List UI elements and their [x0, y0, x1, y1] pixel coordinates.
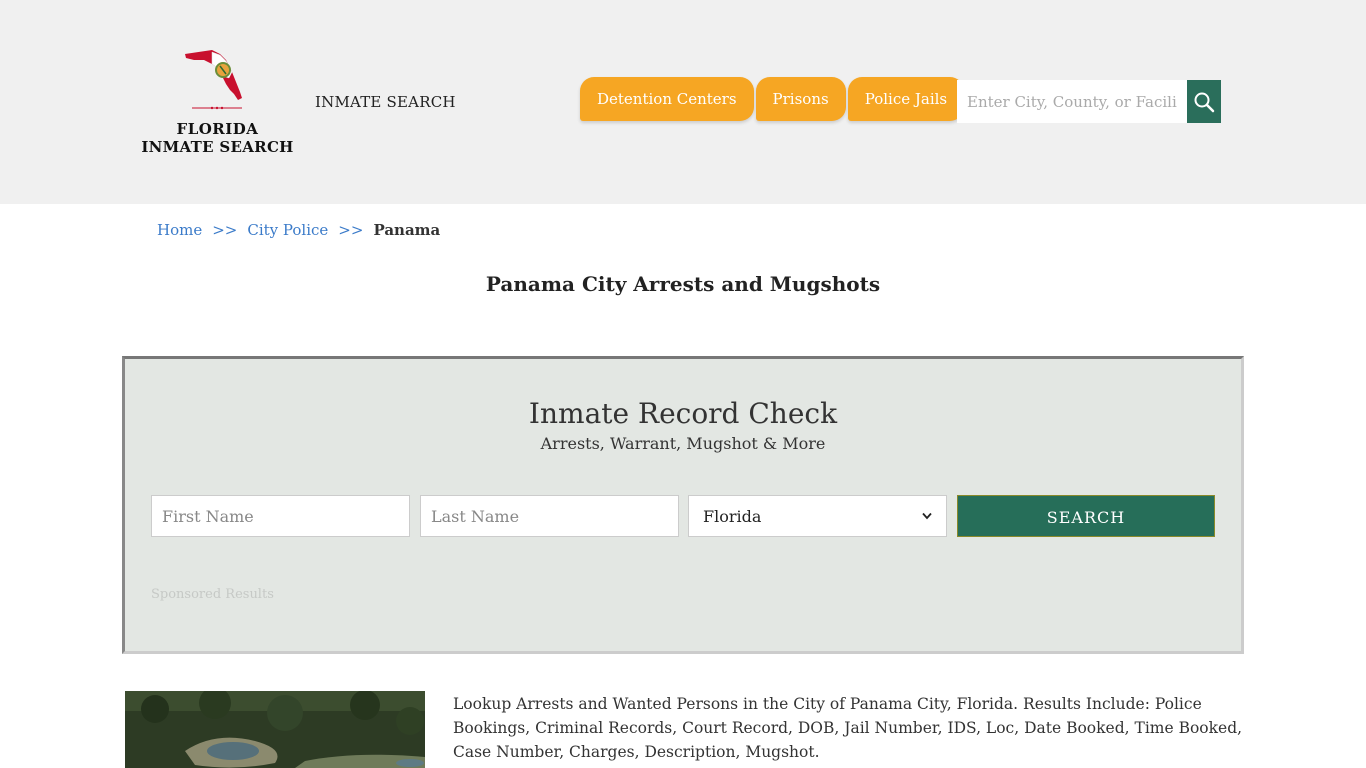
nav-detention-centers[interactable]: Detention Centers: [580, 77, 754, 121]
search-button[interactable]: SEARCH: [957, 495, 1215, 537]
breadcrumb-current: Panama: [373, 221, 441, 239]
nav-police-jails[interactable]: Police Jails: [847, 77, 965, 121]
breadcrumb-separator: >>: [338, 221, 364, 239]
search-icon: [1194, 92, 1215, 112]
first-name-input[interactable]: [151, 495, 410, 537]
site-header: FLORIDA INMATE SEARCH INMATE SEARCH Dete…: [0, 0, 1366, 204]
inmate-search-link[interactable]: INMATE SEARCH: [315, 93, 456, 111]
page-title: Panama City Arrests and Mugshots: [485, 272, 881, 296]
city-description: Lookup Arrests and Wanted Persons in the…: [453, 695, 1243, 761]
florida-map-icon: [185, 50, 242, 110]
logo-text-site: INMATE SEARCH: [141, 138, 294, 156]
nav-prisons[interactable]: Prisons: [755, 77, 846, 121]
logo-text-state: FLORIDA: [176, 120, 259, 138]
city-aerial-photo: [125, 691, 425, 768]
facility-search-button[interactable]: [1187, 80, 1221, 123]
last-name-input[interactable]: [420, 495, 679, 537]
record-check-subtitle: Arrests, Warrant, Mugshot & More: [540, 434, 826, 453]
chevron-down-icon: [922, 512, 932, 520]
state-select[interactable]: Florida: [688, 495, 947, 537]
facility-search-input[interactable]: [957, 80, 1187, 123]
breadcrumb-city-police[interactable]: City Police: [247, 221, 328, 239]
facility-search: [957, 80, 1221, 123]
state-select-value: Florida: [703, 506, 762, 526]
breadcrumb-separator: >>: [212, 221, 238, 239]
record-check-title: Inmate Record Check: [528, 397, 838, 430]
main-nav: Detention Centers Prisons Police Jails: [580, 77, 966, 121]
breadcrumb-home[interactable]: Home: [157, 221, 202, 239]
inmate-record-check-panel: Inmate Record Check Arrests, Warrant, Mu…: [122, 356, 1244, 654]
breadcrumb: Home >> City Police >> Panama: [157, 221, 440, 239]
sponsored-results-label: Sponsored Results: [151, 587, 274, 602]
site-logo[interactable]: FLORIDA INMATE SEARCH: [140, 44, 295, 162]
